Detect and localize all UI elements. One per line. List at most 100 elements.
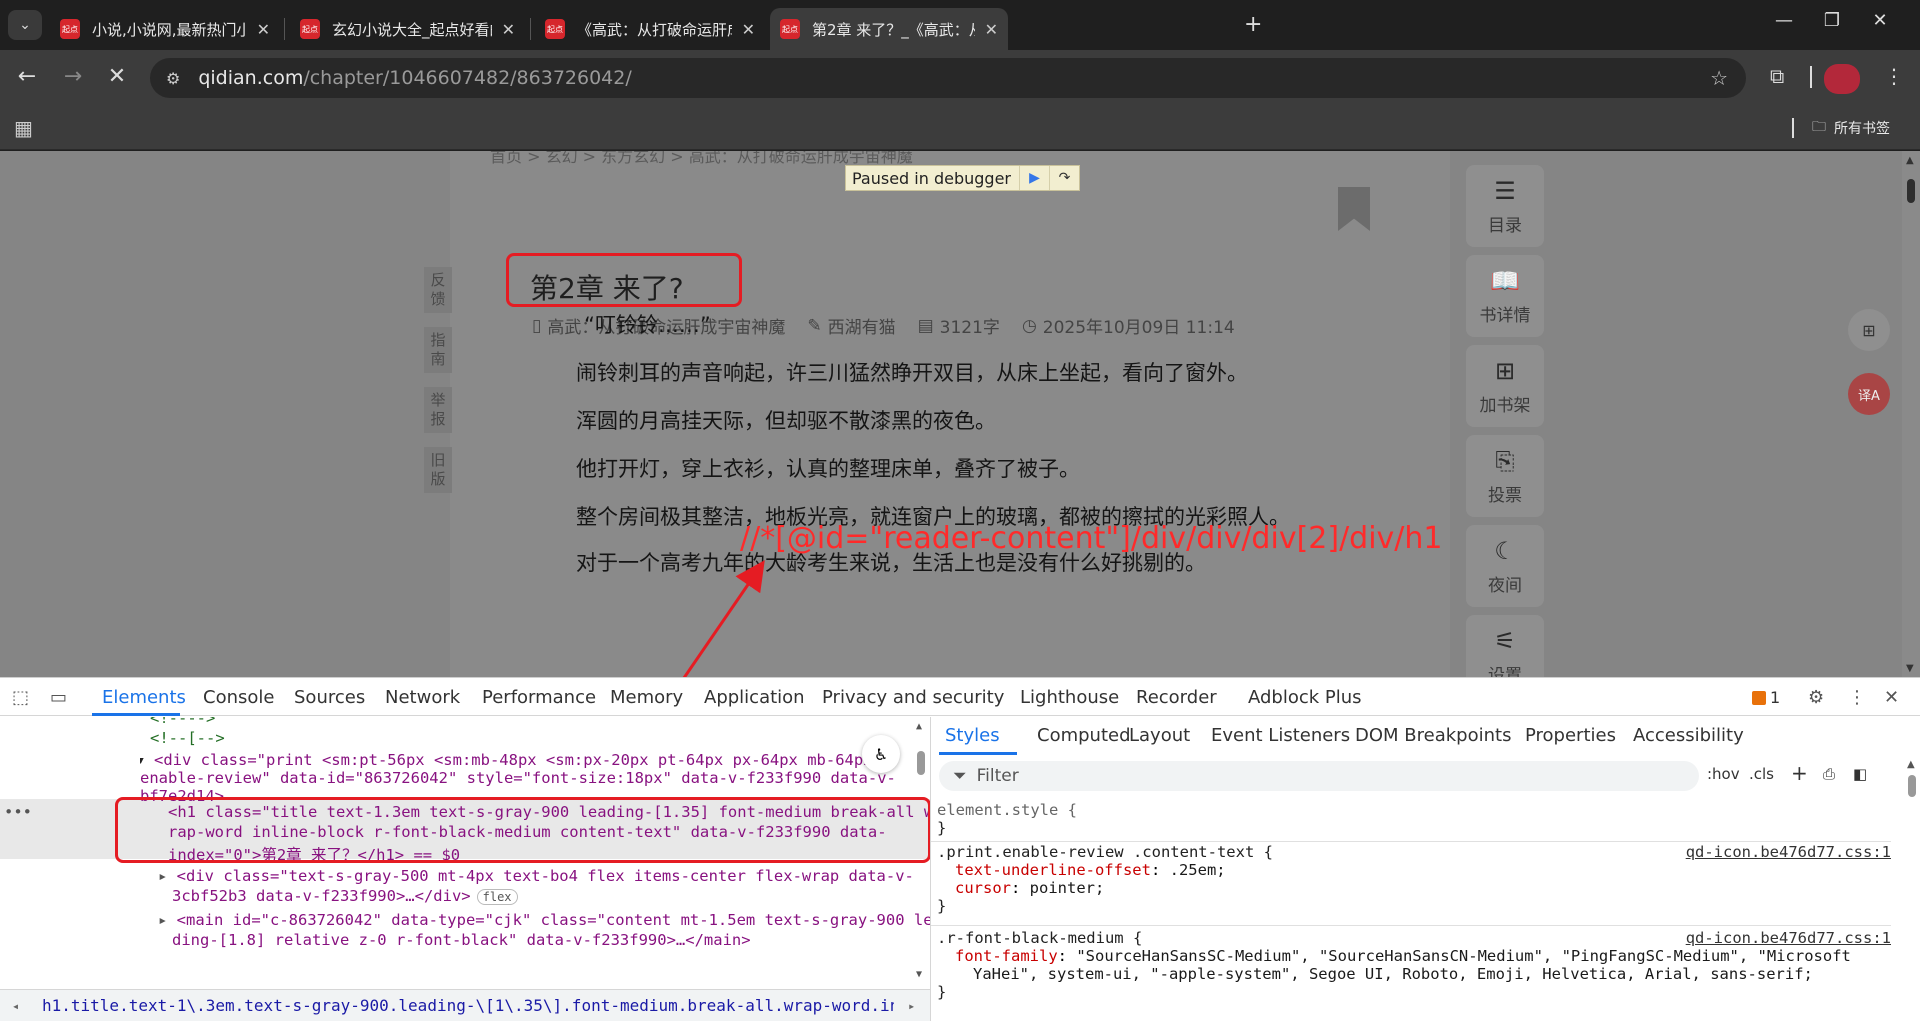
dom-breadcrumb-text[interactable]: h1.title.text-1\.3em.text-s-gray-900.lea… <box>42 996 894 1015</box>
tab-search-button[interactable]: ⌄ <box>8 10 42 40</box>
sidebar-item-settings[interactable]: ⚟ 设置 <box>1466 615 1544 677</box>
flex-badge[interactable]: flex <box>476 889 518 905</box>
devtools-tab-recorder[interactable]: Recorder <box>1136 687 1217 708</box>
chapter-title[interactable]: 第2章 来了? <box>530 267 684 307</box>
hov-toggle[interactable]: :hov <box>1707 765 1740 783</box>
css-rule-font-black-medium[interactable]: .r-font-black-medium { qd-icon.be476d77.… <box>937 929 1891 1001</box>
devtools-close-icon[interactable]: ✕ <box>1884 687 1899 708</box>
css-rule-element-style[interactable]: element.style { } <box>937 801 1891 837</box>
devtools-tab-console[interactable]: Console <box>203 687 274 708</box>
styles-tab-layout[interactable]: Layout <box>1129 725 1190 746</box>
apps-grid-icon[interactable]: ▦ <box>14 116 33 140</box>
close-icon[interactable]: ✕ <box>502 20 515 39</box>
styles-tab-event-listeners[interactable]: Event Listeners <box>1211 725 1350 746</box>
site-info-icon[interactable]: ⚙ <box>166 69 180 88</box>
devtools-tab-sources[interactable]: Sources <box>294 687 365 708</box>
scrollbar-thumb[interactable] <box>1908 775 1916 797</box>
browser-tab-2[interactable]: 起点 玄幻小说大全_起点好看的玄幻小说 ✕ <box>290 8 525 50</box>
browser-menu-icon[interactable]: ⋮ <box>1884 64 1904 88</box>
sidebar-item-night[interactable]: ☾ 夜间 <box>1466 525 1544 607</box>
styles-scrollbar[interactable]: ▲ <box>1903 757 1920 1021</box>
devtools-tab-performance[interactable]: Performance <box>482 687 596 708</box>
cls-toggle[interactable]: .cls <box>1749 765 1774 783</box>
new-rule-plus-icon[interactable]: + <box>1791 761 1808 785</box>
translate-button[interactable]: 译A <box>1848 373 1890 415</box>
toggle-sidebar-icon[interactable]: ◧ <box>1853 765 1867 783</box>
scroll-down-icon[interactable]: ▼ <box>1906 663 1914 674</box>
side-link-feedback[interactable]: 反馈 <box>424 267 452 313</box>
inspect-element-icon[interactable]: ⬚ <box>12 687 29 708</box>
styles-tab-properties[interactable]: Properties <box>1525 725 1616 746</box>
code-comment[interactable]: <!----> <box>150 717 215 727</box>
scroll-up-icon[interactable]: ▲ <box>916 721 922 732</box>
collapsed-triangle-icon[interactable]: ▸ <box>158 867 177 885</box>
stop-loading-icon[interactable]: ✕ <box>102 64 132 89</box>
back-arrow-icon[interactable]: ← <box>12 64 42 89</box>
styles-tab-dom-breakpoints[interactable]: DOM Breakpoints <box>1355 725 1511 746</box>
url-text[interactable]: qidian.com/chapter/1046607482/863726042/ <box>198 67 631 89</box>
all-bookmarks-button[interactable]: 🗀 所有书签 <box>1812 116 1890 140</box>
css-source-link[interactable]: qd-icon.be476d77.css:1 <box>1686 843 1891 861</box>
minimize-icon[interactable]: — <box>1764 10 1804 31</box>
scrollbar-thumb[interactable] <box>1907 179 1915 203</box>
close-icon[interactable]: ✕ <box>742 20 755 39</box>
styles-tab-accessibility[interactable]: Accessibility <box>1633 725 1744 746</box>
expand-triangle-icon[interactable]: ▾ <box>140 751 145 769</box>
window-close-icon[interactable]: ✕ <box>1860 10 1900 31</box>
devtools-tab-adblock[interactable]: Adblock Plus <box>1248 687 1362 708</box>
profile-avatar[interactable] <box>1824 64 1860 94</box>
accessibility-icon[interactable]: ♿ <box>862 735 900 773</box>
devtools-tab-memory[interactable]: Memory <box>610 687 683 708</box>
css-rule-content-text[interactable]: .print.enable-review .content-text { qd-… <box>937 843 1891 915</box>
close-icon[interactable]: ✕ <box>257 20 270 39</box>
side-link-guide[interactable]: 指南 <box>424 327 452 373</box>
main-node-line-1[interactable]: ▸ <main id="c-863726042" data-type="cjk"… <box>158 911 930 929</box>
css-source-link[interactable]: qd-icon.be476d77.css:1 <box>1686 929 1891 947</box>
restore-icon[interactable]: ❐ <box>1812 10 1852 31</box>
code-comment[interactable]: <!--[--> <box>150 729 225 747</box>
scroll-up-icon[interactable]: ▲ <box>1907 759 1915 770</box>
crumb-left-arrow-icon[interactable]: ◂ <box>12 999 19 1013</box>
div-meta-node-line-2[interactable]: 3cbf52b3 data-v-f233f990>…</div> flex <box>172 887 518 905</box>
devtools-tab-privacy[interactable]: Privacy and security <box>822 687 1004 708</box>
more-dots-icon[interactable]: ••• <box>4 803 32 821</box>
extensions-icon[interactable]: ⧉ <box>1770 64 1784 88</box>
collapsed-triangle-icon[interactable]: ▸ <box>158 911 177 929</box>
settings-gear-icon[interactable]: ⚙ <box>1808 687 1824 708</box>
devtools-tab-application[interactable]: Application <box>704 687 805 708</box>
devtools-tab-lighthouse[interactable]: Lighthouse <box>1020 687 1119 708</box>
step-over-icon[interactable]: ↷ <box>1049 166 1079 190</box>
scroll-down-icon[interactable]: ▼ <box>916 969 922 980</box>
browser-tab-3[interactable]: 起点 《高武：从打破命运肝成宇宙神魔》 ✕ <box>535 8 765 50</box>
crumb-right-arrow-icon[interactable]: ▸ <box>908 999 915 1013</box>
scrollbar-thumb[interactable] <box>917 751 925 775</box>
styles-filter-input[interactable]: ⏷ Filter <box>939 761 1699 791</box>
meta-author[interactable]: ✎ 西湖有猫 <box>807 313 895 339</box>
device-toolbar-icon[interactable]: ▭ <box>50 687 67 708</box>
scroll-up-icon[interactable]: ▲ <box>1906 155 1914 166</box>
main-node-line-2[interactable]: ding-[1.8] relative z-0 r-font-black" da… <box>172 931 751 949</box>
rendering-brush-icon[interactable]: ⎙ <box>1823 765 1835 783</box>
bookmark-star-icon[interactable]: ☆ <box>1710 66 1728 90</box>
side-link-report[interactable]: 举报 <box>424 387 452 433</box>
sidebar-item-add-shelf[interactable]: ⊞ 加书架 <box>1466 345 1544 427</box>
devtools-menu-icon[interactable]: ⋮ <box>1848 687 1866 708</box>
elements-scrollbar[interactable]: ▲ ▼ <box>912 717 930 981</box>
address-bar[interactable]: ⚙ qidian.com/chapter/1046607482/86372604… <box>150 58 1746 98</box>
page-scrollbar[interactable]: ▲ ▼ <box>1902 151 1920 677</box>
float-grid-button[interactable]: ⊞ <box>1848 309 1890 351</box>
devtools-tab-network[interactable]: Network <box>385 687 460 708</box>
close-icon[interactable]: ✕ <box>985 20 998 39</box>
forward-arrow-icon[interactable]: → <box>58 64 88 89</box>
resume-icon[interactable]: ▶ <box>1019 166 1049 190</box>
sidebar-item-toc[interactable]: ☰ 目录 <box>1466 165 1544 247</box>
devtools-tab-elements[interactable]: Elements <box>102 687 186 708</box>
new-tab-button[interactable]: + <box>1244 12 1262 37</box>
browser-tab-4-active[interactable]: 起点 第2章 来了？_《高武：从打破命运 ✕ <box>770 8 1008 50</box>
side-link-old-version[interactable]: 旧版 <box>424 447 452 493</box>
browser-tab-1[interactable]: 起点 小说,小说网,最新热门小说-起点中文网 ✕ <box>50 8 280 50</box>
sidebar-item-book-detail[interactable]: 📖 书详情 <box>1466 255 1544 337</box>
styles-tab-styles[interactable]: Styles <box>945 725 1000 746</box>
sidebar-item-vote[interactable]: ⎘ 投票 <box>1466 435 1544 517</box>
div-meta-node-line-1[interactable]: ▸ <div class="text-s-gray-500 mt-4px tex… <box>158 867 914 885</box>
